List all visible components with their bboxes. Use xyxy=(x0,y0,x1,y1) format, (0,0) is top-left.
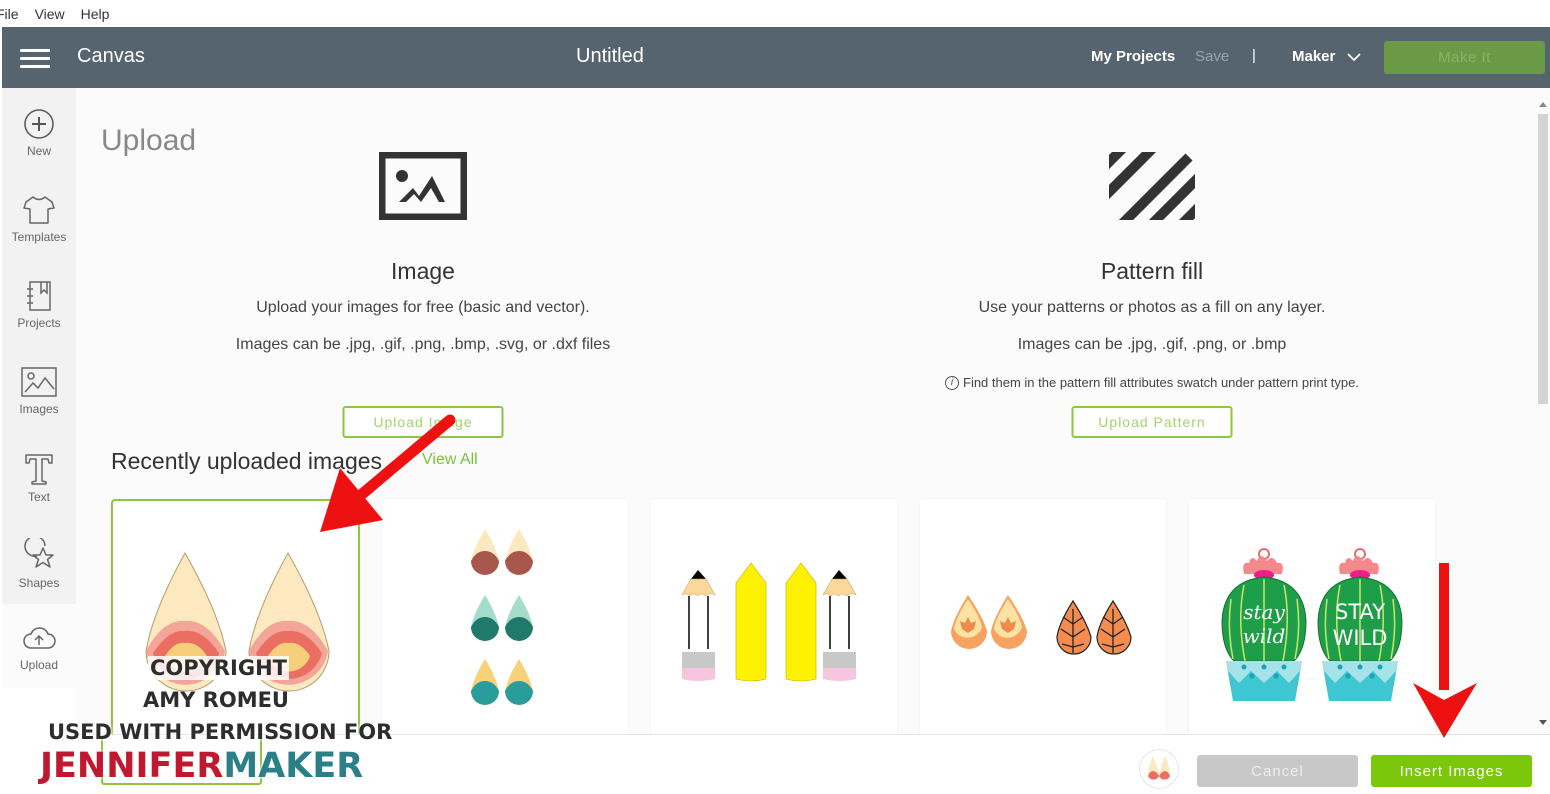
menu-view[interactable]: View xyxy=(35,6,65,22)
image-section-description: Upload your images for free (basic and v… xyxy=(256,299,590,316)
upload-image-button[interactable]: Upload Image xyxy=(342,406,504,438)
shapes-icon xyxy=(24,538,54,568)
pencil-earrings-image xyxy=(681,562,857,682)
page-title: Upload xyxy=(101,124,197,157)
make-it-button[interactable]: Make It xyxy=(1384,41,1545,74)
sidebar-label: Upload xyxy=(19,658,59,672)
tshirt-icon xyxy=(23,196,55,224)
cancel-button[interactable]: Cancel xyxy=(1197,755,1358,787)
plus-circle-icon xyxy=(24,109,54,139)
sidebar-item-templates[interactable]: Templates xyxy=(2,174,76,260)
cactus-right: STAY WILD xyxy=(1317,548,1403,701)
sidebar-label: Projects xyxy=(17,316,61,330)
machine-selector[interactable]: Maker xyxy=(1292,48,1361,65)
sidebar-label: Text xyxy=(27,490,50,504)
sidebar-label: Images xyxy=(19,402,59,416)
recent-uploads-title: Recently uploaded images xyxy=(111,448,383,474)
chevron-down-icon xyxy=(1347,52,1361,61)
sidebar-item-images[interactable]: Images xyxy=(2,346,76,432)
left-sidebar: New Templates Projects Images Text Shape… xyxy=(2,88,76,794)
pattern-section-types: Images can be .jpg, .gif, .png, or .bmp xyxy=(1017,336,1287,353)
my-projects-link[interactable]: My Projects xyxy=(1091,48,1175,65)
pencil-right xyxy=(822,570,857,681)
pattern-section-note: i Find them in the pattern fill attribut… xyxy=(852,375,1452,390)
cactus-text-left: stay xyxy=(1243,600,1285,624)
pattern-section-description: Use your patterns or photos as a fill on… xyxy=(978,299,1326,316)
sidebar-spacer xyxy=(2,688,76,794)
pencil-left xyxy=(681,570,716,681)
document-title[interactable]: Untitled xyxy=(576,45,644,68)
menu-help[interactable]: Help xyxy=(81,6,110,22)
upload-pattern-button[interactable]: Upload Pattern xyxy=(1071,406,1233,438)
sidebar-item-upload[interactable]: Upload xyxy=(2,604,76,690)
image-upload-icon xyxy=(379,152,467,220)
sidebar-label: Templates xyxy=(11,230,67,244)
upload-panel: Upload Image Upload your images for free… xyxy=(76,88,1536,739)
cactus-text-right: STAY xyxy=(1335,600,1385,624)
cactus-left: stay wild xyxy=(1221,548,1307,701)
scrollbar-thumb[interactable] xyxy=(1538,114,1548,404)
svg-text:wild: wild xyxy=(1243,624,1286,648)
selected-image-preview xyxy=(1139,749,1179,789)
notebook-icon xyxy=(27,281,51,311)
note-text: Find them in the pattern fill attributes… xyxy=(963,375,1359,390)
pattern-fill-icon xyxy=(1109,152,1195,220)
partially-hidden-button[interactable] xyxy=(101,735,262,785)
scroll-up-arrow-icon[interactable] xyxy=(1539,102,1547,107)
maple-leaf-earrings-image xyxy=(951,595,1132,655)
info-icon: i xyxy=(945,375,959,390)
earring-set-image xyxy=(471,529,533,705)
thumbnail-mandala-teardrop-earrings[interactable] xyxy=(111,499,360,739)
menu-bar: File View Help xyxy=(0,0,1550,27)
top-bar: Canvas Untitled My Projects Save | Maker… xyxy=(2,27,1550,88)
teardrop-right xyxy=(248,551,330,692)
app-title: Canvas xyxy=(77,45,145,67)
thumbnail-pencil-earrings[interactable] xyxy=(651,499,897,739)
machine-label: Maker xyxy=(1292,48,1336,65)
pattern-section-title: Pattern fill xyxy=(1100,258,1204,284)
hamburger-menu-icon[interactable] xyxy=(20,49,50,69)
divider: | xyxy=(1252,47,1256,64)
vertical-scrollbar[interactable] xyxy=(1536,88,1550,734)
selected-teardrop-thumbnail xyxy=(1148,756,1170,780)
footer-bar: Cancel Insert Images xyxy=(76,734,1550,794)
image-icon xyxy=(21,367,57,397)
view-all-link[interactable]: View All xyxy=(422,451,478,469)
insert-images-button[interactable]: Insert Images xyxy=(1371,755,1532,787)
teardrop-earring-image xyxy=(145,551,330,692)
text-t-icon xyxy=(25,454,53,485)
sidebar-label: Shapes xyxy=(18,576,60,590)
thumbnail-stay-wild-cactus-earrings[interactable]: stay wild STAY WILD xyxy=(1189,499,1435,739)
thumbnail-mandala-teardrop-earring-set[interactable] xyxy=(382,499,628,739)
thumbnail-maple-leaf-teardrop-earrings[interactable] xyxy=(920,499,1166,739)
sidebar-item-new[interactable]: New xyxy=(2,88,76,174)
sidebar-item-projects[interactable]: Projects xyxy=(2,260,76,346)
cactus-earrings-image: stay wild STAY WILD xyxy=(1221,548,1403,701)
save-button[interactable]: Save xyxy=(1195,48,1229,65)
image-section-types: Images can be .jpg, .gif, .png, .bmp, .s… xyxy=(235,336,611,353)
scroll-down-arrow-icon[interactable] xyxy=(1539,720,1547,725)
teardrop-left xyxy=(145,551,227,692)
sidebar-item-text[interactable]: Text xyxy=(2,432,76,518)
cloud-upload-icon xyxy=(23,627,56,649)
sidebar-item-shapes[interactable]: Shapes xyxy=(2,518,76,604)
image-section-title: Image xyxy=(391,258,455,284)
menu-file[interactable]: File xyxy=(0,6,19,22)
svg-text:WILD: WILD xyxy=(1333,626,1388,650)
sidebar-label: New xyxy=(26,144,51,158)
